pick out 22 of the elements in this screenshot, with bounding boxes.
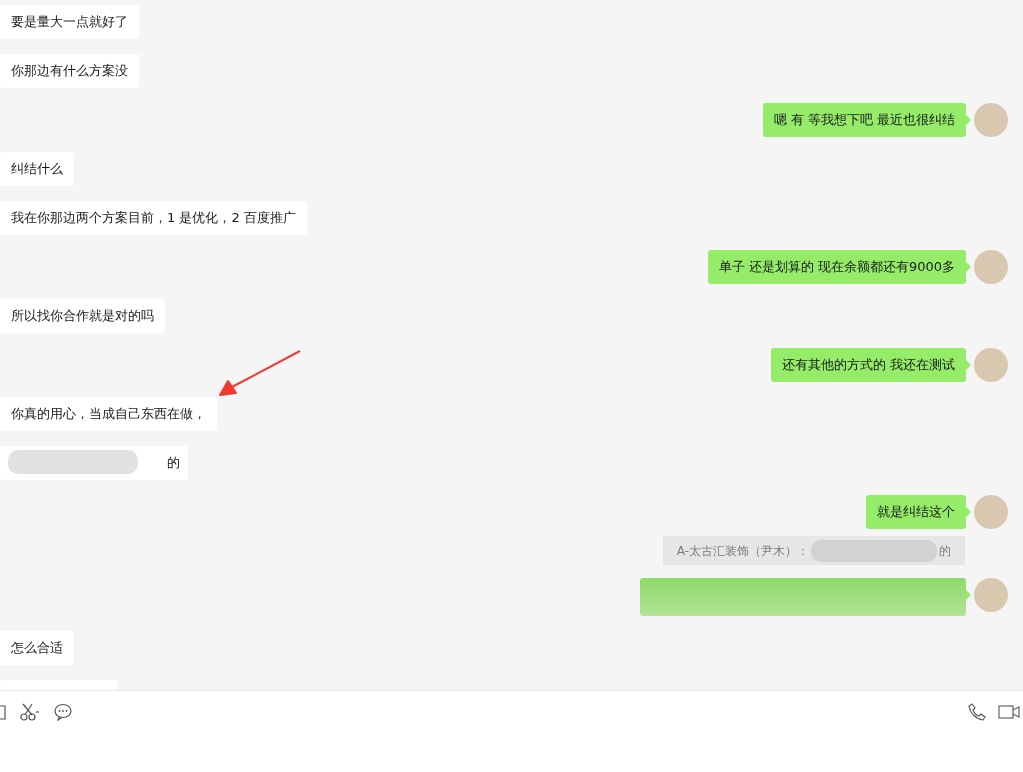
message-bubble: 你那边有什么方案没 bbox=[0, 54, 139, 88]
avatar[interactable] bbox=[974, 495, 1008, 529]
quoted-message: A-太古汇装饰（尹木）： 的 bbox=[662, 536, 965, 565]
chat-icon[interactable] bbox=[54, 703, 72, 721]
message-bubble: 纠结什么 bbox=[0, 152, 74, 186]
message-bubble: 要是量大一点就好了 bbox=[0, 5, 139, 39]
message-bubble: 所以找你合作就是对的吗 bbox=[0, 299, 165, 333]
avatar[interactable] bbox=[974, 103, 1008, 137]
message-bubble: 就是纠结这个 bbox=[866, 495, 966, 529]
avatar[interactable] bbox=[974, 578, 1008, 612]
avatar[interactable] bbox=[974, 348, 1008, 382]
message-bubble: 我在你那边两个方案目前，1 是优化，2 百度推广 bbox=[0, 201, 307, 235]
video-camera-icon[interactable] bbox=[998, 705, 1020, 719]
phone-icon[interactable] bbox=[968, 703, 986, 721]
avatar[interactable] bbox=[974, 250, 1008, 284]
message-bubble: 你真的用心，当成自己东西在做， bbox=[0, 397, 217, 431]
message-bubble: 还有其他的方式的 我还在测试 bbox=[770, 348, 966, 382]
message-bubble: 嗯 有 等我想下吧 最近也很纠结 bbox=[762, 103, 966, 137]
scissors-icon[interactable] bbox=[20, 703, 40, 721]
message-bubble: 怎么合适 bbox=[0, 631, 74, 665]
message-text: 的 bbox=[167, 454, 180, 473]
message-bubble: 单子 还是划算的 现在余额都还有9000多 bbox=[707, 250, 966, 284]
